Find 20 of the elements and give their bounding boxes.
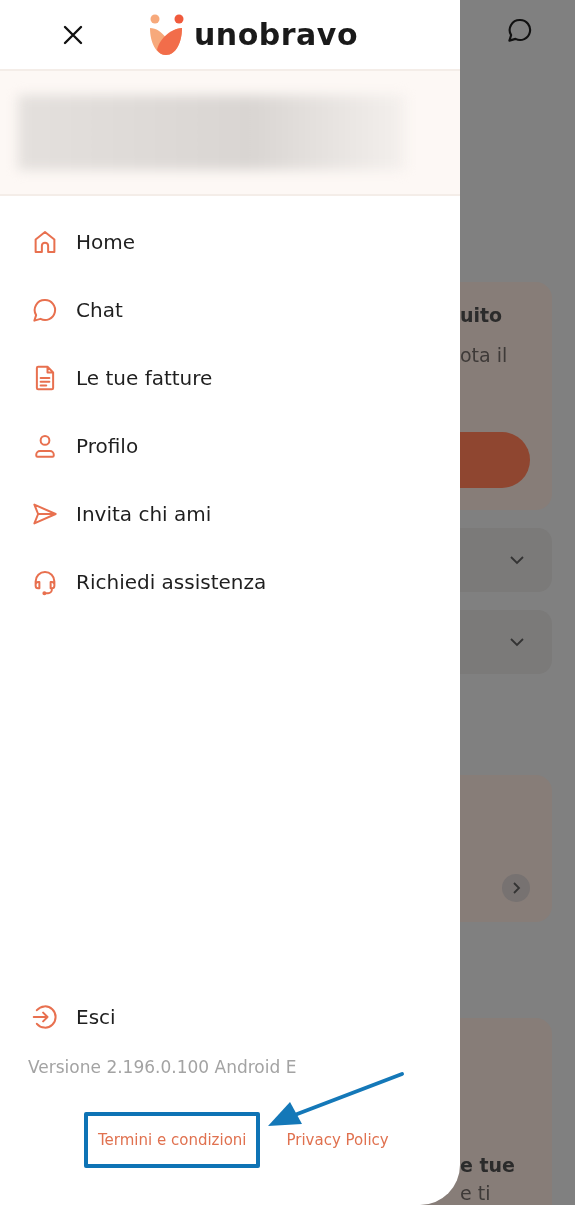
card-text: e ti: [460, 1182, 492, 1204]
menu-item[interactable]: Le tue fatture: [0, 344, 460, 412]
logo-icon: [148, 13, 186, 56]
chevron-down-icon: [508, 636, 526, 648]
menu-item[interactable]: Richiedi assistenza: [0, 548, 460, 616]
menu-item[interactable]: Chat: [0, 276, 460, 344]
chevron-right-icon: [510, 881, 522, 895]
menu-item[interactable]: Profilo: [0, 412, 460, 480]
menu-item[interactable]: Home: [0, 208, 460, 276]
menu-item[interactable]: Invita chi ami: [0, 480, 460, 548]
chevron-down-icon: [508, 554, 526, 566]
card-title: uito: [460, 304, 504, 326]
version-text: Versione 2.196.0.100 Android E: [27, 1057, 298, 1077]
menu-item[interactable]: Esci: [0, 983, 460, 1051]
logout-icon: [30, 1002, 60, 1032]
card-text: ota il: [460, 344, 509, 366]
logo-text: unobravo: [194, 17, 358, 52]
close-icon[interactable]: [62, 23, 84, 46]
chevron-right-button[interactable]: [502, 874, 530, 902]
card-title: e tue: [460, 1154, 516, 1176]
